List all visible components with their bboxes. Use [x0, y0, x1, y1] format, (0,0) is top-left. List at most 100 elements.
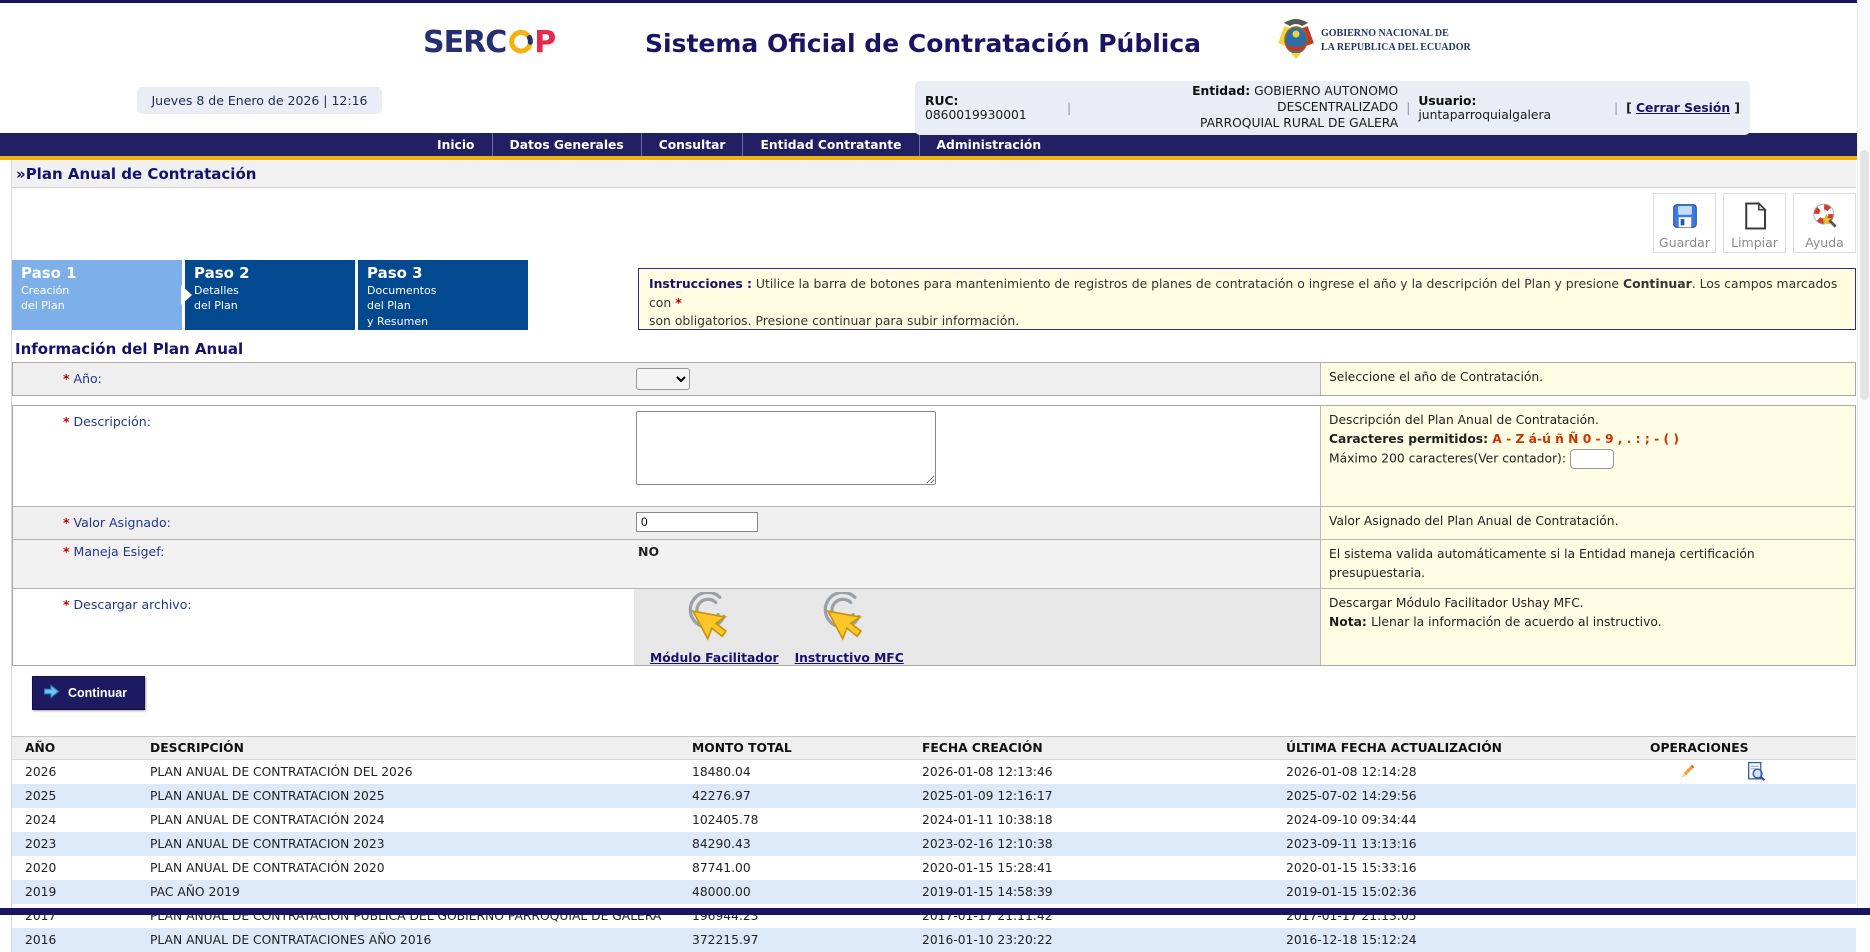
bottom-footer-bar	[0, 908, 1870, 915]
cell-operaciones	[1650, 928, 1856, 952]
form-row-descargar: * Descargar archivo: Módulo Facilitador	[13, 588, 1855, 665]
header-fecha-creacion: FECHA CREACIÓN	[922, 737, 1286, 760]
header-ultima-actualizacion: ÚLTIMA FECHA ACTUALIZACIÓN	[1286, 737, 1650, 760]
wizard-steps: Paso 1 Creacióndel Plan Paso 2 Detallesd…	[12, 260, 1856, 330]
session-info-bar: RUC: 0860019930001 | Entidad: GOBIERNO A…	[915, 81, 1750, 135]
cell-monto: 18480.04	[692, 760, 922, 784]
view-document-icon[interactable]	[1745, 761, 1766, 782]
ayuda-label: Ayuda	[1805, 235, 1844, 250]
descargar-help: Descargar Módulo Facilitador Ushay MFC. …	[1320, 589, 1855, 665]
descripcion-textarea[interactable]	[636, 411, 936, 485]
cell-anio: 2025	[12, 784, 150, 808]
sercop-logo-swirl-icon	[508, 30, 533, 58]
step-1-creacion[interactable]: Paso 1 Creacióndel Plan	[12, 260, 182, 330]
form-row-descripcion: * Descripción: Descripción del Plan Anua…	[13, 406, 1855, 506]
cell-monto: 372215.97	[692, 928, 922, 952]
cell-operaciones	[1650, 808, 1856, 832]
step-2-title: Paso 2	[194, 264, 355, 282]
modulo-facilitador-link[interactable]: Módulo Facilitador	[650, 592, 779, 665]
help-lifering-icon	[1810, 201, 1840, 234]
header-monto-total: MONTO TOTAL	[692, 737, 922, 760]
instructions-label: Instrucciones :	[649, 276, 752, 291]
cell-descripcion: PLAN ANUAL DE CONTRATACIÓN DEL 2026	[150, 760, 692, 784]
cell-actualizacion: 2026-01-08 12:14:28	[1286, 760, 1650, 784]
cell-monto: 87741.00	[692, 856, 922, 880]
blank-page-icon	[1740, 201, 1770, 234]
table-row: 2023PLAN ANUAL DE CONTRATACION 202384290…	[12, 832, 1856, 856]
nav-item-consultar[interactable]: Consultar	[641, 133, 743, 156]
page-title: Sistema Oficial de Contratación Pública	[645, 29, 1201, 58]
cell-creacion: 2025-01-09 12:16:17	[922, 784, 1286, 808]
instructivo-mfc-link[interactable]: Instructivo MFC	[795, 592, 904, 665]
form-row-anio: * Año: Seleccione el año de Contratación…	[13, 363, 1855, 395]
valor-label: * Valor Asignado:	[13, 507, 634, 539]
cell-monto: 102405.78	[692, 808, 922, 832]
pac-records-table: AÑO DESCRIPCIÓN MONTO TOTAL FECHA CREACI…	[12, 736, 1856, 952]
click-download-icon	[683, 592, 745, 653]
guardar-label: Guardar	[1659, 235, 1710, 250]
header-operaciones: OPERACIONES	[1650, 737, 1856, 760]
nav-item-inicio[interactable]: Inicio	[420, 133, 492, 156]
edit-pencil-icon[interactable]	[1678, 762, 1697, 781]
table-header-row: AÑO DESCRIPCIÓN MONTO TOTAL FECHA CREACI…	[12, 737, 1856, 760]
cell-creacion: 2023-02-16 12:10:38	[922, 832, 1286, 856]
cell-actualizacion: 2020-01-15 15:33:16	[1286, 856, 1650, 880]
separator: |	[1614, 101, 1618, 115]
table-row: 2020PLAN ANUAL DE CONTRATACIÓN 202087741…	[12, 856, 1856, 880]
separator: |	[1067, 101, 1071, 115]
cell-descripcion: PLAN ANUAL DE CONTRATACION 2023	[150, 832, 692, 856]
esigef-help: El sistema valida automáticamente si la …	[1320, 540, 1855, 588]
ayuda-button[interactable]: Ayuda	[1793, 193, 1856, 253]
cell-anio: 2023	[12, 832, 150, 856]
cell-creacion: 2026-01-08 12:13:46	[922, 760, 1286, 784]
pac-table-body: 2026PLAN ANUAL DE CONTRATACIÓN DEL 20261…	[12, 760, 1856, 952]
limpiar-button[interactable]: Limpiar	[1723, 193, 1786, 253]
step-2-detalles[interactable]: Paso 2 Detallesdel Plan	[185, 260, 355, 330]
main-navigation: Inicio Datos Generales Consultar Entidad…	[0, 133, 1870, 156]
nav-item-entidad-contratante[interactable]: Entidad Contratante	[742, 133, 918, 156]
scrollbar-thumb[interactable]	[1860, 150, 1869, 400]
anio-control	[634, 363, 1320, 395]
modulo-facilitador-label: Módulo Facilitador	[650, 651, 779, 665]
valor-help: Valor Asignado del Plan Anual de Contrat…	[1320, 507, 1855, 539]
government-brand-text: GOBIERNO NACIONAL DE LA REPUBLICA DEL EC…	[1321, 27, 1471, 54]
nav-item-administracion[interactable]: Administración	[919, 133, 1059, 156]
char-counter-input[interactable]	[1570, 449, 1614, 469]
user-info: Usuario: juntaparroquialgalera	[1418, 94, 1606, 122]
government-brand: GOBIERNO NACIONAL DE LA REPUBLICA DEL EC…	[1278, 17, 1471, 64]
ruc-info: RUC: 0860019930001	[925, 94, 1059, 122]
cell-anio: 2020	[12, 856, 150, 880]
breadcrumb: »Plan Anual de Contratación	[12, 160, 1856, 188]
cell-anio: 2026	[12, 760, 150, 784]
sercop-logo: SERC P	[423, 25, 555, 60]
guardar-button[interactable]: Guardar	[1653, 193, 1716, 253]
table-row: 2019PAC AÑO 201948000.002019-01-15 14:58…	[12, 880, 1856, 904]
valor-input[interactable]	[636, 512, 758, 532]
datetime-box: Jueves 8 de Enero de 2026 | 12:16	[137, 87, 382, 114]
header-descripcion: DESCRIPCIÓN	[150, 737, 692, 760]
header-anio: AÑO	[12, 737, 150, 760]
logout-link[interactable]: Cerrar Sesión	[1636, 101, 1730, 115]
esigef-label: * Maneja Esigef:	[13, 540, 634, 588]
cell-creacion: 2019-01-15 14:58:39	[922, 880, 1286, 904]
toolbar: Guardar Limpiar Ayuda	[12, 188, 1856, 258]
table-row: 2025PLAN ANUAL DE CONTRATACION 202542276…	[12, 784, 1856, 808]
table-row: 2016PLAN ANUAL DE CONTRATACIONES AÑO 201…	[12, 928, 1856, 952]
cell-monto: 42276.97	[692, 784, 922, 808]
continue-arrow-icon	[43, 684, 60, 702]
descripcion-control	[634, 406, 1320, 506]
cell-actualizacion: 2024-09-10 09:34:44	[1286, 808, 1650, 832]
sercop-logo-p: P	[534, 25, 555, 60]
esigef-value: NO	[634, 540, 1320, 588]
entity-info: Entidad: GOBIERNO AUTONOMO DESCENTRALIZA…	[1079, 84, 1398, 132]
vertical-scrollbar[interactable]	[1857, 0, 1870, 915]
continuar-button[interactable]: Continuar	[32, 676, 145, 710]
nav-item-datos-generales[interactable]: Datos Generales	[492, 133, 641, 156]
continuar-label: Continuar	[68, 686, 127, 700]
table-row: 2026PLAN ANUAL DE CONTRATACIÓN DEL 20261…	[12, 760, 1856, 784]
cell-creacion: 2016-01-10 23:20:22	[922, 928, 1286, 952]
anio-select[interactable]	[636, 368, 690, 390]
save-floppy-icon	[1670, 201, 1700, 234]
step-3-documentos[interactable]: Paso 3 Documentosdel Plany Resumen	[358, 260, 528, 330]
active-step-arrow	[181, 285, 192, 305]
